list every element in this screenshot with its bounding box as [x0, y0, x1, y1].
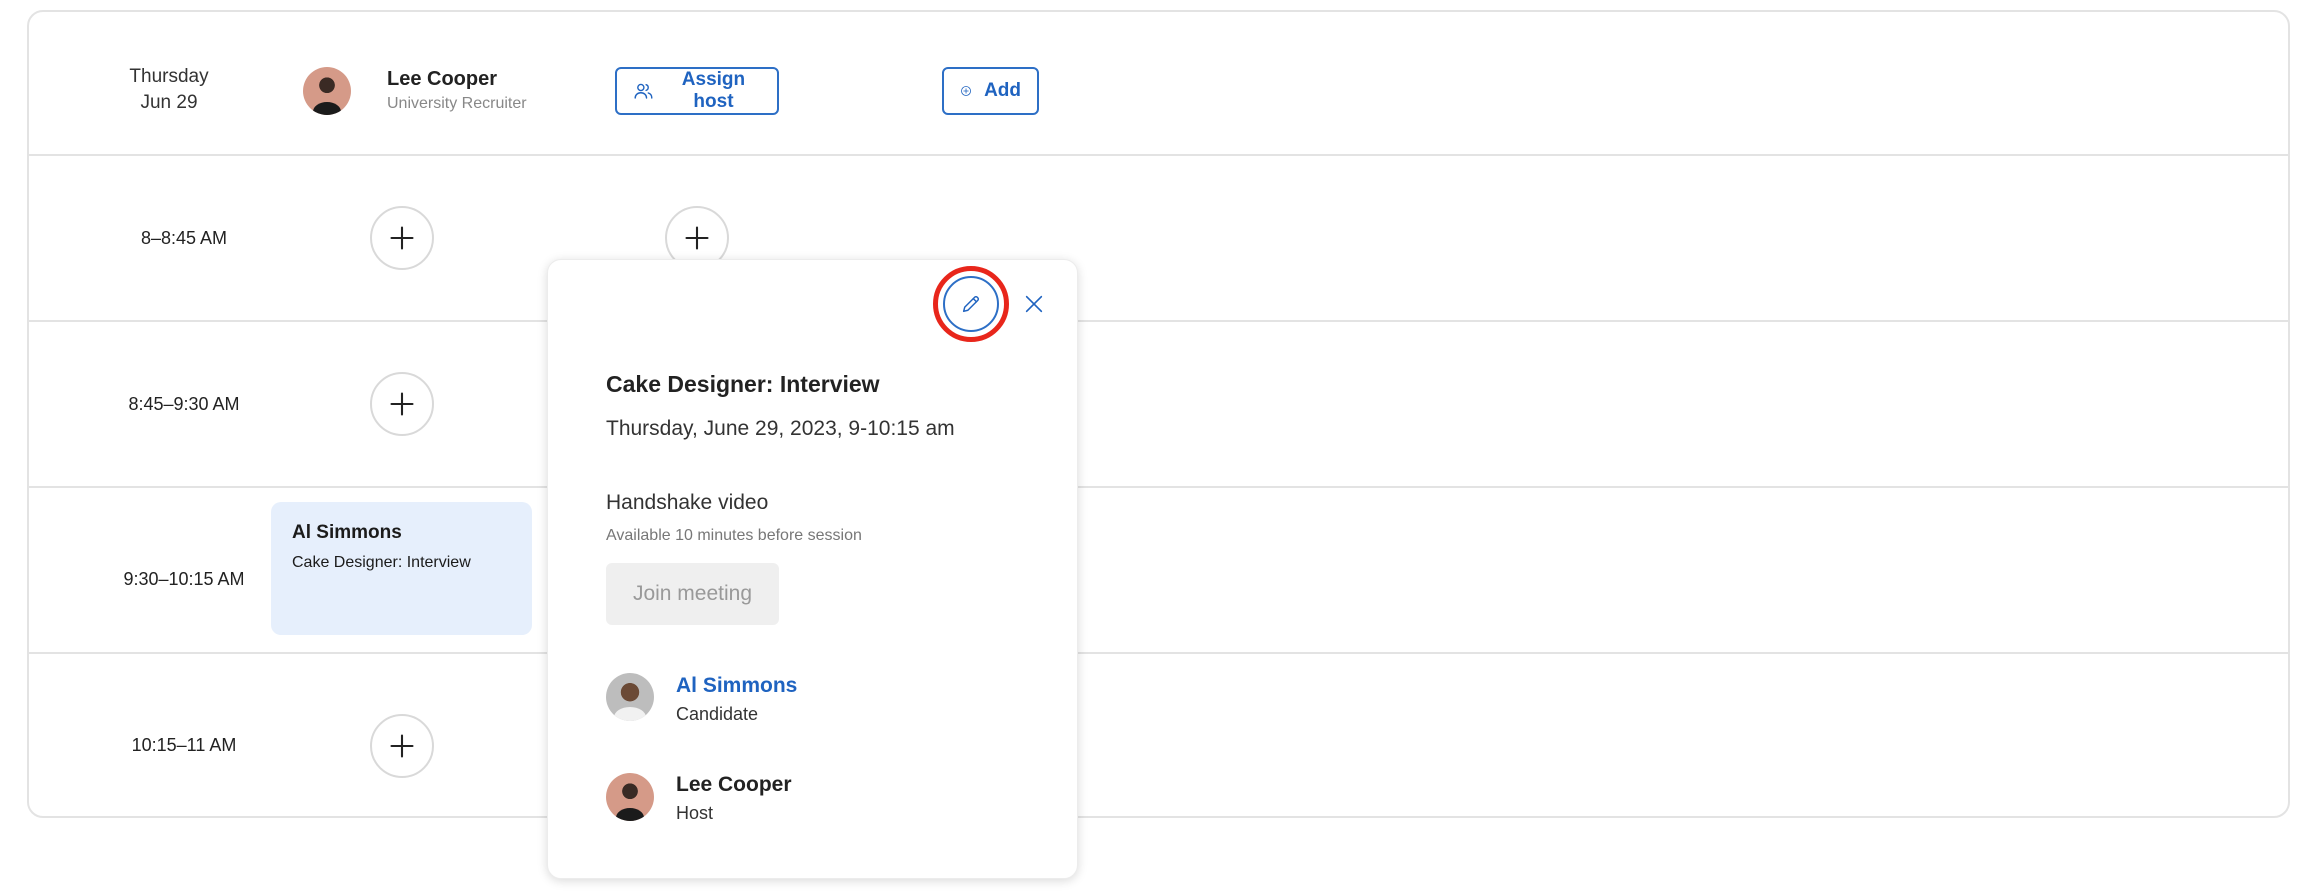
- host-role: Host: [676, 803, 714, 823]
- edit-button[interactable]: [943, 276, 999, 332]
- plus-icon: [390, 392, 414, 416]
- availability-note: Available 10 minutes before session: [606, 527, 862, 544]
- time-label: 10:15–11 AM: [131, 735, 237, 755]
- popover-datetime: Thursday, June 29, 2023, 9-10:15 am: [606, 417, 955, 440]
- close-icon: [1025, 295, 1043, 313]
- host-avatar: [303, 67, 351, 115]
- assign-host-button[interactable]: Assign host: [615, 67, 779, 115]
- people-icon: [634, 83, 653, 99]
- plus-circle-icon: [961, 86, 971, 96]
- pencil-icon: [962, 295, 980, 313]
- header-row: Thursday Jun 29 Lee Cooper University Re…: [29, 12, 2288, 156]
- add-button[interactable]: Add: [942, 67, 1039, 115]
- candidate-avatar: [606, 673, 654, 721]
- add-slot-button[interactable]: [370, 206, 434, 270]
- plus-icon: [390, 734, 414, 758]
- date-day: Thursday: [129, 66, 209, 87]
- assign-host-label: Assign host: [681, 69, 746, 112]
- event-details-popover: Cake Designer: Interview Thursday, June …: [547, 259, 1078, 879]
- time-label: 8–8:45 AM: [140, 228, 228, 248]
- host-avatar: [606, 773, 654, 821]
- host-role: University Recruiter: [387, 95, 527, 112]
- date-date: Jun 29: [140, 92, 198, 113]
- time-slot-row: 8–8:45 AM: [29, 156, 2288, 322]
- event-candidate-name: Al Simmons: [292, 522, 402, 543]
- time-slot-row: 8:45–9:30 AM: [29, 322, 2288, 488]
- join-meeting-button[interactable]: Join meeting: [606, 563, 779, 625]
- time-label: 9:30–10:15 AM: [123, 569, 245, 589]
- plus-icon: [685, 226, 709, 250]
- candidate-role: Candidate: [676, 704, 759, 724]
- add-slot-button[interactable]: [370, 372, 434, 436]
- popover-title: Cake Designer: Interview: [606, 371, 880, 397]
- host-name: Lee Cooper: [676, 773, 792, 796]
- event-title: Cake Designer: Interview: [292, 554, 471, 571]
- event-card[interactable]: Al Simmons Cake Designer: Interview: [271, 502, 532, 635]
- plus-icon: [390, 226, 414, 250]
- time-slot-row: 10:15–11 AM: [29, 654, 2288, 818]
- video-label: Handshake video: [606, 491, 769, 514]
- schedule-grid: Thursday Jun 29 Lee Cooper University Re…: [27, 10, 2290, 818]
- candidate-name-link[interactable]: Al Simmons: [676, 674, 797, 698]
- host-name: Lee Cooper: [387, 68, 498, 90]
- add-slot-button[interactable]: [370, 714, 434, 778]
- close-button[interactable]: [1018, 288, 1050, 320]
- add-label: Add: [984, 80, 1021, 101]
- time-label: 8:45–9:30 AM: [128, 394, 240, 414]
